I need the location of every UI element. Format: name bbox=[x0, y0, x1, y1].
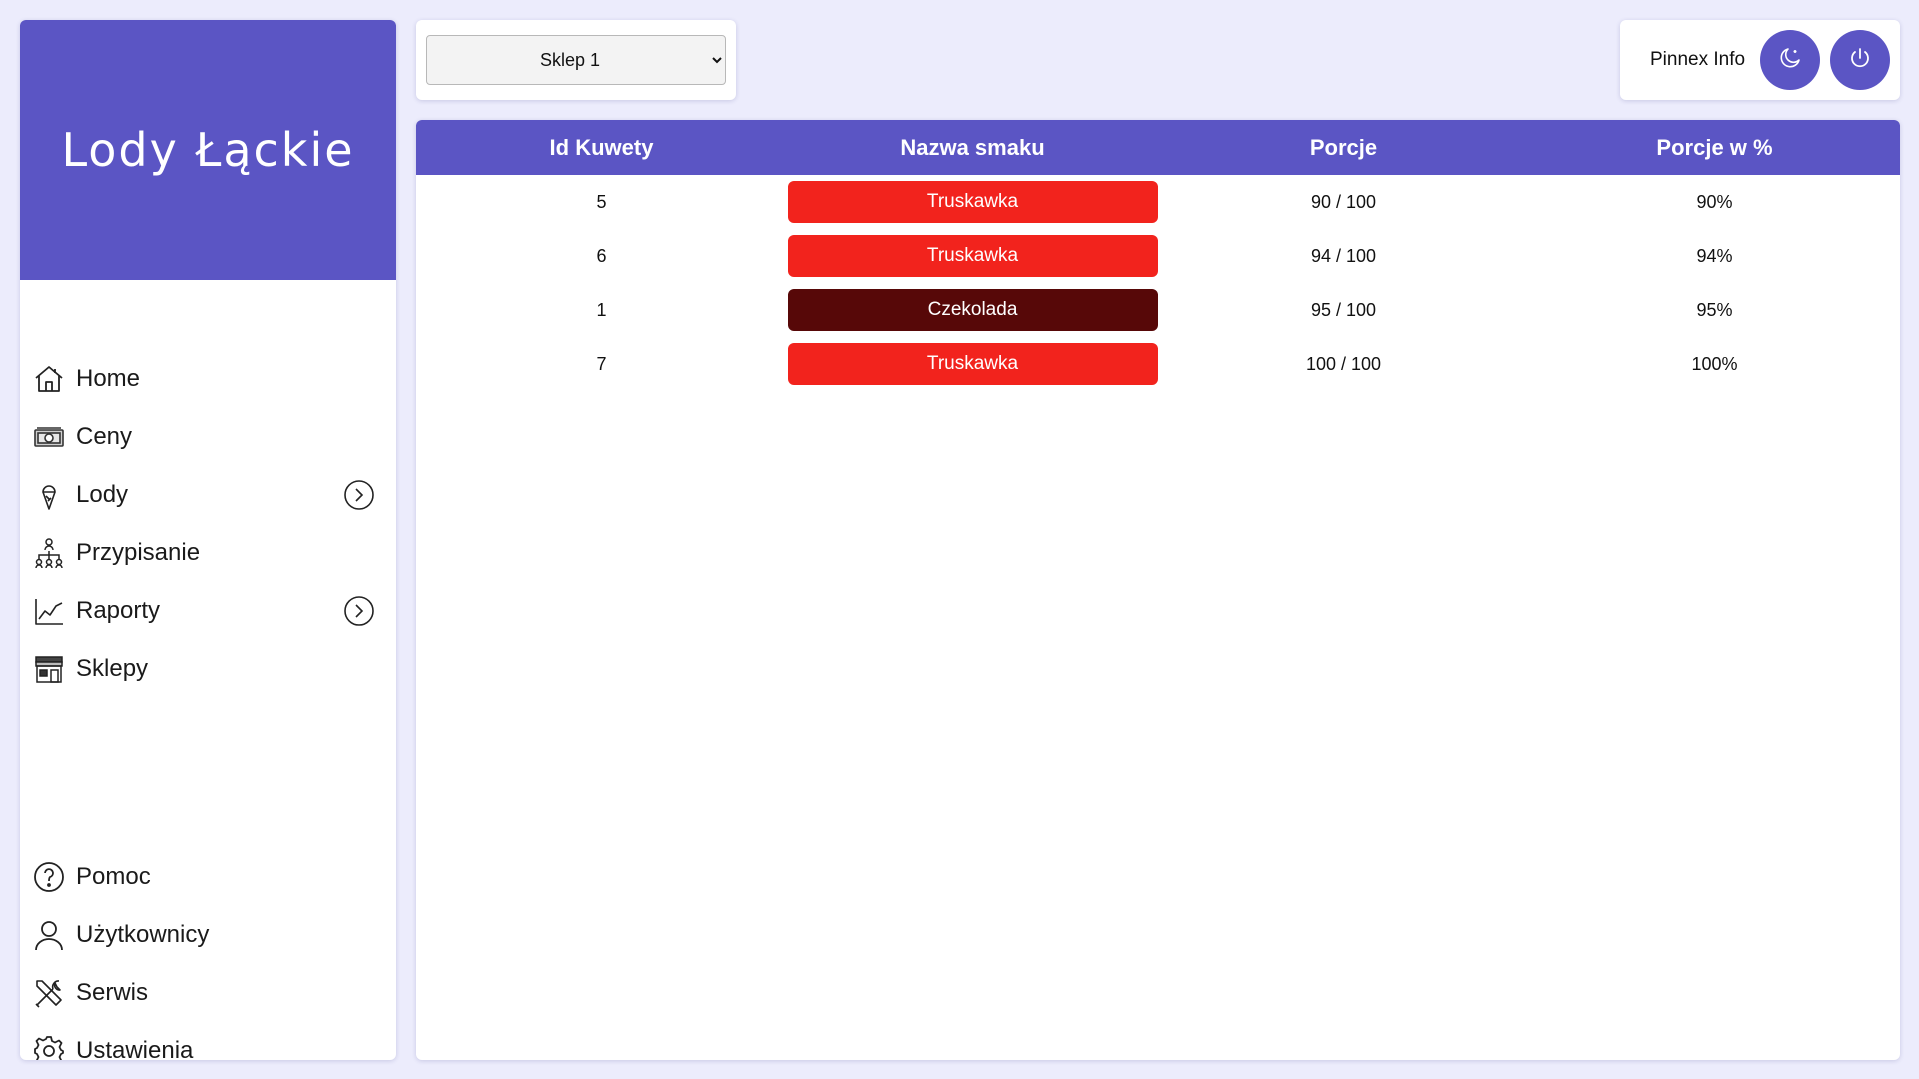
cell-portions: 94 / 100 bbox=[1310, 245, 1377, 266]
sidebar-item-label: Lody bbox=[76, 481, 129, 508]
flavor-badge: Truskawka bbox=[787, 181, 1158, 223]
sidebar-item-label: Użytkownicy bbox=[76, 921, 210, 948]
table-row: 1 Czekolada 95 / 100 95% bbox=[416, 283, 1900, 337]
cell-id: 5 bbox=[596, 191, 607, 212]
table-row: 6 Truskawka 94 / 100 94% bbox=[416, 229, 1900, 283]
sidebar-item-ceny[interactable]: Ceny bbox=[32, 415, 376, 459]
gear-icon bbox=[32, 1034, 66, 1060]
column-header-percent: Porcje w % bbox=[1656, 134, 1773, 160]
sidebar-item-label: Home bbox=[76, 365, 141, 392]
sidebar-item-label: Pomoc bbox=[76, 863, 151, 890]
sidebar-item-label: Raporty bbox=[76, 597, 161, 624]
sidebar: Lody Łąckie Home Ceny Lody Przypisanie R… bbox=[20, 20, 396, 1060]
chart-line-icon bbox=[32, 594, 66, 628]
cell-percent: 100% bbox=[1691, 353, 1738, 374]
moon-icon bbox=[1778, 46, 1802, 75]
cell-id: 6 bbox=[596, 245, 607, 266]
flavor-badge: Czekolada bbox=[787, 289, 1158, 331]
ice-cream-icon bbox=[32, 478, 66, 512]
cell-id: 1 bbox=[596, 299, 607, 320]
help-icon bbox=[32, 860, 66, 894]
flavor-badge: Truskawka bbox=[787, 235, 1158, 277]
sidebar-item-raporty[interactable]: Raporty bbox=[32, 589, 376, 633]
cell-id: 7 bbox=[596, 353, 607, 374]
brand-title: Lody Łąckie bbox=[61, 123, 355, 177]
store-icon bbox=[32, 652, 66, 686]
sidebar-item-label: Ceny bbox=[76, 423, 133, 450]
column-header-portions: Porcje bbox=[1309, 134, 1378, 160]
sidebar-item-label: Serwis bbox=[76, 979, 149, 1006]
store-select[interactable]: Sklep 1 bbox=[426, 35, 726, 85]
flavor-badge: Truskawka bbox=[787, 343, 1158, 385]
column-header-flavor: Nazwa smaku bbox=[900, 134, 1045, 160]
sidebar-item-pomoc[interactable]: Pomoc bbox=[32, 855, 376, 899]
table-header: Id Kuwety Nazwa smaku Porcje Porcje w % bbox=[416, 120, 1900, 175]
cell-portions: 95 / 100 bbox=[1310, 299, 1377, 320]
cell-percent: 95% bbox=[1696, 299, 1733, 320]
sidebar-item-label: Przypisanie bbox=[76, 539, 201, 566]
cell-flavor: Truskawka bbox=[787, 337, 1158, 391]
logout-button[interactable] bbox=[1830, 30, 1890, 90]
cell-flavor: Czekolada bbox=[787, 283, 1158, 337]
cell-portions: 100 / 100 bbox=[1305, 353, 1382, 374]
sidebar-item-label: Ustawienia bbox=[76, 1037, 194, 1060]
chevron-right-icon[interactable] bbox=[342, 594, 376, 628]
sidebar-item-sklepy[interactable]: Sklepy bbox=[32, 647, 376, 691]
user-icon bbox=[32, 918, 66, 952]
cuvette-table: Id Kuwety Nazwa smaku Porcje Porcje w % … bbox=[416, 120, 1900, 1060]
home-icon bbox=[32, 362, 66, 396]
money-icon bbox=[32, 420, 66, 454]
tools-icon bbox=[32, 976, 66, 1010]
user-card: Pinnex Info bbox=[1620, 20, 1900, 100]
sidebar-item-home[interactable]: Home bbox=[32, 357, 376, 401]
cell-percent: 90% bbox=[1696, 191, 1733, 212]
chevron-right-icon[interactable] bbox=[342, 478, 376, 512]
cell-portions: 90 / 100 bbox=[1310, 191, 1377, 212]
cell-flavor: Truskawka bbox=[787, 175, 1158, 229]
user-name: Pinnex Info bbox=[1650, 49, 1746, 70]
power-icon bbox=[1848, 46, 1872, 75]
cell-flavor: Truskawka bbox=[787, 229, 1158, 283]
hierarchy-icon bbox=[32, 536, 66, 570]
brand-logo: Lody Łąckie bbox=[20, 20, 396, 280]
sidebar-item-label: Sklepy bbox=[76, 655, 149, 682]
column-header-id: Id Kuwety bbox=[549, 134, 654, 160]
sidebar-item-uzytkownicy[interactable]: Użytkownicy bbox=[32, 913, 376, 957]
cell-percent: 94% bbox=[1696, 245, 1733, 266]
store-select-card: Sklep 1 bbox=[416, 20, 736, 100]
sidebar-item-ustawienia[interactable]: Ustawienia bbox=[32, 1029, 376, 1060]
theme-toggle-button[interactable] bbox=[1760, 30, 1820, 90]
sidebar-item-serwis[interactable]: Serwis bbox=[32, 971, 376, 1015]
table-row: 5 Truskawka 90 / 100 90% bbox=[416, 175, 1900, 229]
sidebar-item-przypisanie[interactable]: Przypisanie bbox=[32, 531, 376, 575]
sidebar-item-lody[interactable]: Lody bbox=[32, 473, 376, 517]
table-row: 7 Truskawka 100 / 100 100% bbox=[416, 337, 1900, 391]
